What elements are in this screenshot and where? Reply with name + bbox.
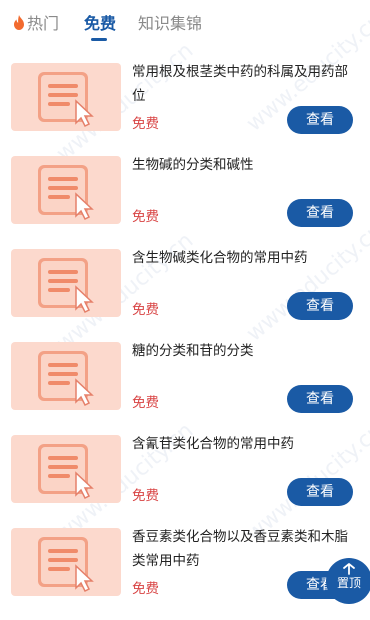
price-label: 免费 [132,302,159,318]
view-button[interactable]: 查看 [287,385,353,413]
tab-hot[interactable]: 热门 [13,10,59,34]
list-item[interactable]: 糖的分类和苷的分类 免费 查看 [0,339,370,413]
price-label: 免费 [132,209,159,225]
document-thumbnail [11,528,121,596]
view-button[interactable]: 查看 [287,478,353,506]
active-tab-indicator [91,38,107,41]
item-title[interactable]: 生物碱的分类和碱性 [132,153,352,177]
document-icon [11,63,121,131]
tab-free[interactable]: 免费 [84,10,116,34]
document-thumbnail [11,63,121,131]
back-to-top-button[interactable]: 置顶 [326,558,370,604]
price-label: 免费 [132,581,159,597]
list-item[interactable]: 含氰苷类化合物的常用中药 免费 查看 [0,432,370,506]
item-title[interactable]: 含氰苷类化合物的常用中药 [132,432,352,456]
document-icon [11,435,121,503]
document-icon [11,156,121,224]
document-icon [11,249,121,317]
item-title[interactable]: 常用根及根茎类中药的科属及用药部位 [132,60,352,108]
view-button[interactable]: 查看 [287,199,353,227]
arrow-up-icon [343,563,355,575]
flame-icon [14,14,24,30]
document-thumbnail [11,156,121,224]
price-label: 免费 [132,116,159,132]
price-label: 免费 [132,488,159,504]
item-title[interactable]: 含生物碱类化合物的常用中药 [132,246,352,270]
back-to-top-label: 置顶 [336,576,361,590]
list-item[interactable]: 含生物碱类化合物的常用中药 免费 查看 [0,246,370,320]
item-title[interactable]: 糖的分类和苷的分类 [132,339,352,363]
document-thumbnail [11,249,121,317]
document-icon [11,528,121,596]
list-item[interactable]: 香豆素类化合物以及香豆素类和木脂类常用中药 免费 查看 [0,525,370,599]
tab-hot-label: 热门 [27,14,60,33]
tab-bar: 热门 免费 知识集锦 [0,0,370,44]
tab-knowledge[interactable]: 知识集锦 [138,10,202,34]
item-title[interactable]: 香豆素类化合物以及香豆素类和木脂类常用中药 [132,525,352,573]
list-item[interactable]: 常用根及根茎类中药的科属及用药部位 免费 查看 [0,60,370,134]
view-button[interactable]: 查看 [287,106,353,134]
list-item[interactable]: 生物碱的分类和碱性 免费 查看 [0,153,370,227]
view-button[interactable]: 查看 [287,292,353,320]
document-thumbnail [11,342,121,410]
document-icon [11,342,121,410]
document-thumbnail [11,435,121,503]
price-label: 免费 [132,395,159,411]
